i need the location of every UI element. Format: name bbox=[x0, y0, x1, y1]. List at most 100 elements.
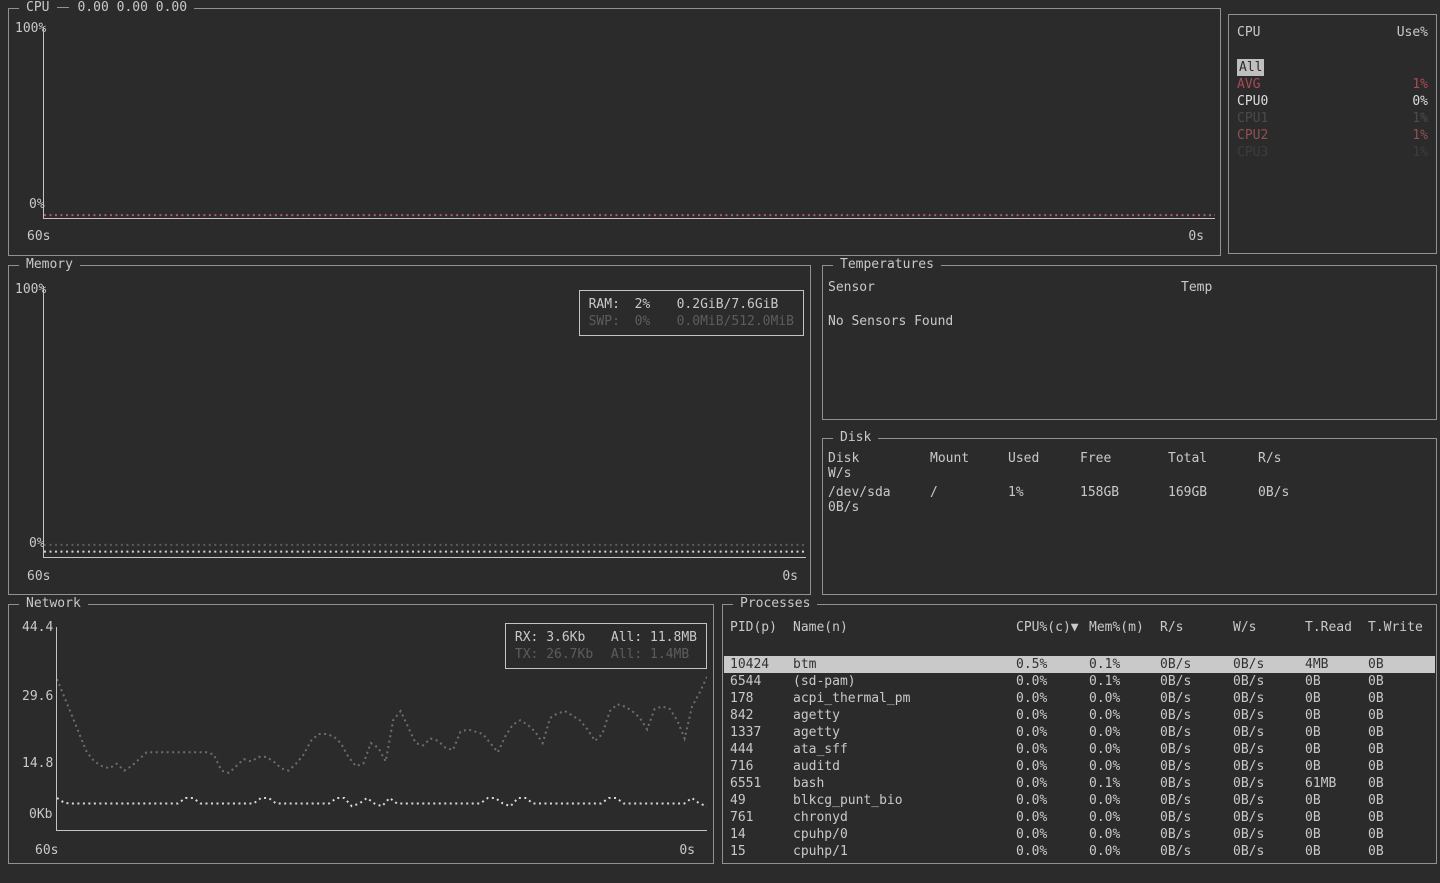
temperatures-col-sensor[interactable]: Sensor bbox=[828, 280, 875, 295]
process-row[interactable]: 1337agetty0.0%0.0%0B/s0B/s0B0B bbox=[724, 724, 1435, 741]
process-cell: 6544 bbox=[730, 673, 793, 690]
process-cell: 4MB bbox=[1305, 656, 1368, 673]
process-cell: 0.1% bbox=[1089, 673, 1160, 690]
cpu-legend-row[interactable]: CPU2 1% bbox=[1237, 127, 1428, 144]
process-col-header[interactable]: PID(p) bbox=[730, 619, 793, 636]
temperatures-empty-message: No Sensors Found bbox=[828, 314, 953, 329]
process-cell: 0B bbox=[1368, 673, 1435, 690]
process-row[interactable]: 761chronyd0.0%0.0%0B/s0B/s0B0B bbox=[724, 809, 1435, 826]
disk-cell: 169GB bbox=[1168, 485, 1258, 500]
process-cell: 0B/s bbox=[1160, 792, 1233, 809]
process-cell: 0B bbox=[1368, 741, 1435, 758]
cpu-legend-row[interactable]: CPU00% bbox=[1237, 93, 1428, 110]
network-panel-title: Network bbox=[19, 596, 88, 611]
process-cell: 0.1% bbox=[1089, 656, 1160, 673]
swap-label: SWP: bbox=[589, 313, 635, 330]
process-cell: 0B/s bbox=[1160, 673, 1233, 690]
process-cell: 6551 bbox=[730, 775, 793, 792]
memory-x-left-label: 60s bbox=[27, 569, 50, 584]
temperatures-header-row: Sensor Temp bbox=[828, 280, 1428, 295]
process-cell: auditd bbox=[793, 758, 1016, 775]
process-cell: 0.0% bbox=[1089, 758, 1160, 775]
cpu-legend-row-label: CPU0 bbox=[1237, 93, 1268, 110]
process-cell: 0B/s bbox=[1160, 741, 1233, 758]
process-row[interactable]: 842agetty0.0%0.0%0B/s0B/s0B0B bbox=[724, 707, 1435, 724]
cpu-legend-row[interactable]: CPU11% bbox=[1237, 110, 1428, 127]
process-cell: acpi_thermal_pm bbox=[793, 690, 1016, 707]
process-row[interactable]: 49blkcg_punt_bio0.0%0.0%0B/s0B/s0B0B bbox=[724, 792, 1435, 809]
memory-panel-title: Memory bbox=[19, 257, 80, 272]
process-cell: 0B/s bbox=[1233, 673, 1305, 690]
cpu-legend-col-cpu[interactable]: CPU bbox=[1237, 25, 1260, 40]
disk-cell: 0B/s bbox=[1258, 485, 1428, 500]
process-row[interactable]: 10424btm0.5%0.1%0B/s0B/s4MB0B bbox=[724, 656, 1435, 673]
process-cell: 0.0% bbox=[1016, 707, 1089, 724]
process-row[interactable]: 178acpi_thermal_pm0.0%0.0%0B/s0B/s0B0B bbox=[724, 690, 1435, 707]
memory-panel: Memory 100% 0% RAM: 2% 0.2GiB/7.6GiB SWP… bbox=[8, 265, 811, 595]
process-cell: 0.0% bbox=[1016, 843, 1089, 860]
disk-col-header[interactable]: R/s bbox=[1258, 451, 1428, 466]
cpu-legend-row[interactable]: All bbox=[1237, 59, 1428, 76]
memory-legend-swap: SWP: 0% 0.0MiB/512.0MiB bbox=[589, 313, 794, 330]
disk-col-header[interactable]: Free bbox=[1080, 451, 1168, 466]
process-col-header[interactable]: T.Read bbox=[1305, 619, 1368, 636]
memory-legend-box: RAM: 2% 0.2GiB/7.6GiB SWP: 0% 0.0MiB/512… bbox=[579, 290, 804, 336]
disk-col-header[interactable]: Mount bbox=[930, 451, 1008, 466]
process-cell: 0B bbox=[1305, 673, 1368, 690]
network-x-left-label: 60s bbox=[35, 843, 58, 858]
disk-col-header[interactable]: W/s bbox=[828, 466, 930, 481]
process-col-header[interactable]: T.Write bbox=[1368, 619, 1435, 636]
process-col-header[interactable]: Name(n) bbox=[793, 619, 1016, 636]
process-cell: 0B/s bbox=[1233, 775, 1305, 792]
process-cell: 0B bbox=[1305, 826, 1368, 843]
memory-title-label: Memory bbox=[26, 257, 73, 272]
process-cell: 0B/s bbox=[1160, 724, 1233, 741]
process-row[interactable]: 15cpuhp/10.0%0.0%0B/s0B/s0B0B bbox=[724, 843, 1435, 860]
disk-cell: 0B/s bbox=[828, 500, 930, 515]
network-x-right-label: 0s bbox=[679, 843, 695, 858]
cpu-legend-row[interactable]: AVG1% bbox=[1237, 76, 1428, 93]
disk-col-header[interactable]: Total bbox=[1168, 451, 1258, 466]
process-cell: btm bbox=[793, 656, 1016, 673]
process-cell: 0.0% bbox=[1016, 673, 1089, 690]
cpu-legend-row-value: 1% bbox=[1412, 127, 1428, 144]
process-col-header[interactable]: CPU%(c)▼ bbox=[1016, 619, 1089, 636]
process-cell: 49 bbox=[730, 792, 793, 809]
cpu-legend-row[interactable]: CPU31% bbox=[1237, 144, 1428, 161]
cpu-legend-panel: CPU Use% AllAVG1%CPU00%CPU11%CPU21%CPU31… bbox=[1228, 14, 1437, 254]
disk-col-header[interactable]: Disk bbox=[828, 451, 930, 466]
process-cell: ata_sff bbox=[793, 741, 1016, 758]
process-cell: 761 bbox=[730, 809, 793, 826]
processes-header-row: PID(p)Name(n)CPU%(c)▼Mem%(m)R/sW/sT.Read… bbox=[724, 619, 1435, 636]
process-cell: agetty bbox=[793, 724, 1016, 741]
process-row[interactable]: 6544(sd-pam)0.0%0.1%0B/s0B/s0B0B bbox=[724, 673, 1435, 690]
processes-panel: Processes PID(p)Name(n)CPU%(c)▼Mem%(m)R/… bbox=[722, 604, 1437, 864]
cpu-legend-rows: AllAVG1%CPU00%CPU11%CPU21%CPU31% bbox=[1237, 59, 1428, 161]
cpu-legend-row-label: All bbox=[1237, 59, 1264, 76]
process-cell: 15 bbox=[730, 843, 793, 860]
process-row[interactable]: 6551bash0.0%0.1%0B/s0B/s61MB0B bbox=[724, 775, 1435, 792]
process-col-header[interactable]: Mem%(m) bbox=[1089, 619, 1160, 636]
process-row[interactable]: 444ata_sff0.0%0.0%0B/s0B/s0B0B bbox=[724, 741, 1435, 758]
cpu-legend-row-label: AVG bbox=[1237, 76, 1260, 93]
processes-panel-title: Processes bbox=[733, 596, 817, 611]
process-cell: 0.0% bbox=[1089, 690, 1160, 707]
cpu-legend-row-value: 1% bbox=[1412, 110, 1428, 127]
disk-header-row: DiskMountUsedFreeTotalR/s W/s bbox=[828, 451, 1428, 481]
temperatures-title-label: Temperatures bbox=[840, 257, 934, 272]
process-cell: 0B bbox=[1305, 690, 1368, 707]
temperatures-col-temp[interactable]: Temp bbox=[1181, 280, 1212, 295]
cpu-legend-col-use[interactable]: Use% bbox=[1397, 25, 1428, 40]
process-col-header[interactable]: R/s bbox=[1160, 619, 1233, 636]
cpu-legend-row-label: CPU2 bbox=[1237, 127, 1268, 144]
process-cell: 0B bbox=[1305, 758, 1368, 775]
disk-col-header[interactable]: Used bbox=[1008, 451, 1080, 466]
rx-total-text: All: 11.8MB bbox=[611, 629, 697, 646]
process-row[interactable]: 14cpuhp/00.0%0.0%0B/s0B/s0B0B bbox=[724, 826, 1435, 843]
process-cell: 0B/s bbox=[1160, 690, 1233, 707]
process-cell: 0.0% bbox=[1089, 724, 1160, 741]
process-col-header[interactable]: W/s bbox=[1233, 619, 1305, 636]
tx-total-text: All: 1.4MB bbox=[611, 646, 697, 663]
process-row[interactable]: 716auditd0.0%0.0%0B/s0B/s0B0B bbox=[724, 758, 1435, 775]
disk-row[interactable]: /dev/sda/1%158GB169GB0B/s0B/s bbox=[828, 485, 1428, 515]
